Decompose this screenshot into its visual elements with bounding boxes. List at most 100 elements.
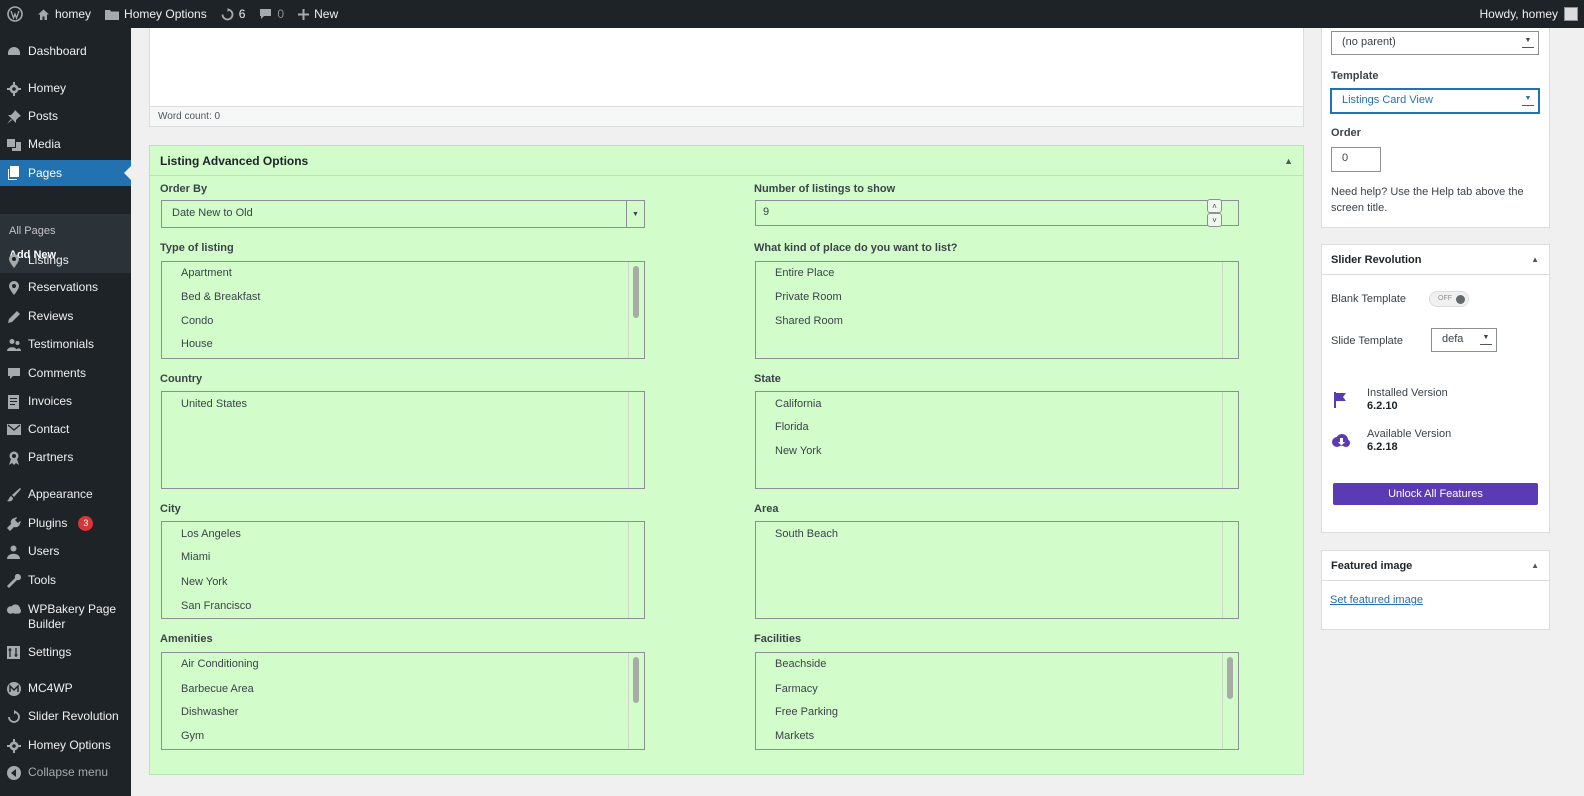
list-item[interactable]: Dishwasher	[181, 706, 238, 718]
facilities-multiselect[interactable]: Beachside Farmacy Free Parking Markets	[755, 652, 1239, 750]
sidebar-item-contact[interactable]: Contact	[0, 422, 131, 437]
list-item[interactable]: Florida	[775, 421, 809, 433]
sidebar-item-reviews[interactable]: Reviews	[0, 309, 131, 324]
chevron-down-icon: ▼	[1522, 94, 1534, 106]
sidebar-item-invoices[interactable]: Invoices	[0, 394, 131, 409]
blank-template-toggle[interactable]: OFF	[1429, 291, 1469, 307]
list-item[interactable]: United States	[181, 398, 247, 410]
parent-select[interactable]: (no parent) ▼	[1331, 31, 1539, 55]
sidebar-item-media[interactable]: Media	[0, 137, 131, 152]
sidebar-item-homey[interactable]: Homey	[0, 81, 131, 96]
scrollbar-thumb[interactable]	[1227, 657, 1233, 699]
updates-link[interactable]: 6	[214, 0, 253, 28]
collapse-arrow-icon[interactable]: ▲	[1531, 255, 1539, 264]
scrollbar-thumb[interactable]	[633, 657, 639, 703]
list-item[interactable]: Markets	[775, 730, 814, 742]
sidebar-item-posts[interactable]: Posts	[0, 109, 131, 124]
list-item[interactable]: Los Angeles	[181, 528, 241, 540]
template-select[interactable]: Listings Card View ▼	[1330, 88, 1540, 114]
sidebar-item-partners[interactable]: Partners	[0, 450, 131, 465]
order-by-select[interactable]: Date New to Old ▼	[161, 200, 645, 228]
award-icon	[6, 450, 21, 465]
unlock-all-features-button[interactable]: Unlock All Features	[1333, 483, 1538, 505]
area-multiselect[interactable]: South Beach	[755, 521, 1239, 619]
list-item[interactable]: New York	[181, 576, 227, 588]
list-item[interactable]: Condo	[181, 315, 213, 327]
sidebar-item-testimonials[interactable]: Testimonials	[0, 337, 131, 352]
list-item[interactable]: San Francisco	[181, 600, 251, 612]
featured-image-header[interactable]: Featured image ▲	[1322, 551, 1549, 581]
amenities-multiselect[interactable]: Air Conditioning Barbecue Area Dishwashe…	[161, 652, 645, 750]
slide-template-select[interactable]: defa ▼	[1431, 328, 1497, 352]
site-name-link[interactable]: homey	[30, 0, 98, 28]
sidebar-item-appearance[interactable]: Appearance	[0, 487, 131, 502]
area-label: Area	[754, 503, 779, 515]
state-multiselect[interactable]: California Florida New York	[755, 391, 1239, 489]
sidebar-item-pages[interactable]: Pages	[0, 160, 131, 186]
list-item[interactable]: Apartment	[181, 267, 232, 279]
list-item[interactable]: Barbecue Area	[181, 683, 254, 695]
scrollbar-thumb[interactable]	[633, 266, 639, 318]
comments-link[interactable]: 0	[252, 0, 291, 28]
homey-options-link[interactable]: Homey Options	[98, 0, 214, 28]
country-multiselect[interactable]: United States	[161, 391, 645, 489]
sidebar-item-listings[interactable]: Listings	[0, 253, 131, 268]
collapse-menu-button[interactable]: Collapse menu	[0, 765, 131, 780]
sidebar-item-homey-options[interactable]: Homey Options	[0, 738, 131, 753]
sidebar-item-settings[interactable]: Settings	[0, 645, 131, 660]
list-item[interactable]: Farmacy	[775, 683, 818, 695]
scrollbar[interactable]	[628, 262, 644, 358]
collapse-arrow-icon[interactable]: ▲	[1531, 561, 1539, 570]
num-listings-input[interactable]: 9 ˄ ˅	[755, 199, 1239, 227]
collapse-arrow-icon[interactable]: ▲	[1284, 156, 1293, 166]
type-of-listing-multiselect[interactable]: Apartment Bed & Breakfast Condo House	[161, 261, 645, 359]
list-item[interactable]: Free Parking	[775, 706, 838, 718]
scrollbar[interactable]	[1222, 653, 1238, 749]
list-item[interactable]: Air Conditioning	[181, 658, 259, 670]
list-item[interactable]: Shared Room	[775, 315, 843, 327]
number-stepper[interactable]: ˄ ˅	[1207, 199, 1222, 227]
list-item[interactable]: Beachside	[775, 658, 826, 670]
list-item[interactable]: Bed & Breakfast	[181, 291, 261, 303]
slider-revolution-header[interactable]: Slider Revolution ▲	[1322, 245, 1549, 275]
avatar	[1564, 7, 1578, 21]
new-content-link[interactable]: New	[291, 0, 345, 28]
chevron-down-icon[interactable]: ˅	[1207, 213, 1222, 227]
sidebar-item-wpbakery[interactable]: WPBakery Page Builder	[0, 602, 131, 632]
list-item[interactable]: New York	[775, 445, 821, 457]
sidebar-item-plugins[interactable]: Plugins 3	[0, 516, 131, 531]
cloud-icon	[6, 602, 21, 617]
sidebar-item-comments[interactable]: Comments	[0, 366, 131, 381]
city-multiselect[interactable]: Los Angeles Miami New York San Francisco	[161, 521, 645, 619]
sidebar-item-mc4wp[interactable]: MC4WP	[0, 681, 131, 696]
my-account[interactable]: Howdy, homey	[1480, 7, 1584, 21]
submenu-all-pages[interactable]: All Pages	[9, 225, 55, 237]
list-item[interactable]: Miami	[181, 551, 210, 563]
home-icon	[38, 9, 49, 20]
sidebar-item-reservations[interactable]: Reservations	[0, 280, 131, 295]
sidebar-item-users[interactable]: Users	[0, 544, 131, 559]
chevron-up-icon[interactable]: ˄	[1207, 199, 1222, 213]
order-input[interactable]: 0	[1331, 147, 1381, 172]
sidebar-item-dashboard[interactable]: Dashboard	[0, 44, 131, 59]
list-item[interactable]: House	[181, 338, 213, 350]
wordpress-logo-button[interactable]	[0, 0, 30, 28]
sidebar-item-label: Reviews	[28, 309, 74, 323]
order-value: 0	[1342, 152, 1349, 164]
list-item[interactable]: California	[775, 398, 821, 410]
content-editor[interactable]: Word count: 0	[149, 28, 1304, 127]
set-featured-image-link[interactable]: Set featured image	[1330, 594, 1423, 606]
scrollbar[interactable]	[628, 653, 644, 749]
panel-header[interactable]: Listing Advanced Options ▲	[150, 146, 1303, 176]
list-item[interactable]: Private Room	[775, 291, 842, 303]
num-listings-value: 9	[763, 206, 770, 218]
envelope-icon	[6, 422, 21, 437]
kind-of-place-multiselect[interactable]: Entire Place Private Room Shared Room	[755, 261, 1239, 359]
list-item[interactable]: Entire Place	[775, 267, 834, 279]
sidebar-item-tools[interactable]: Tools	[0, 573, 131, 588]
amenities-label: Amenities	[160, 633, 213, 645]
sidebar-item-slider-revolution[interactable]: Slider Revolution	[0, 709, 131, 724]
list-item[interactable]: Gym	[181, 730, 204, 742]
order-by-value: Date New to Old	[172, 207, 253, 219]
list-item[interactable]: South Beach	[775, 528, 838, 540]
